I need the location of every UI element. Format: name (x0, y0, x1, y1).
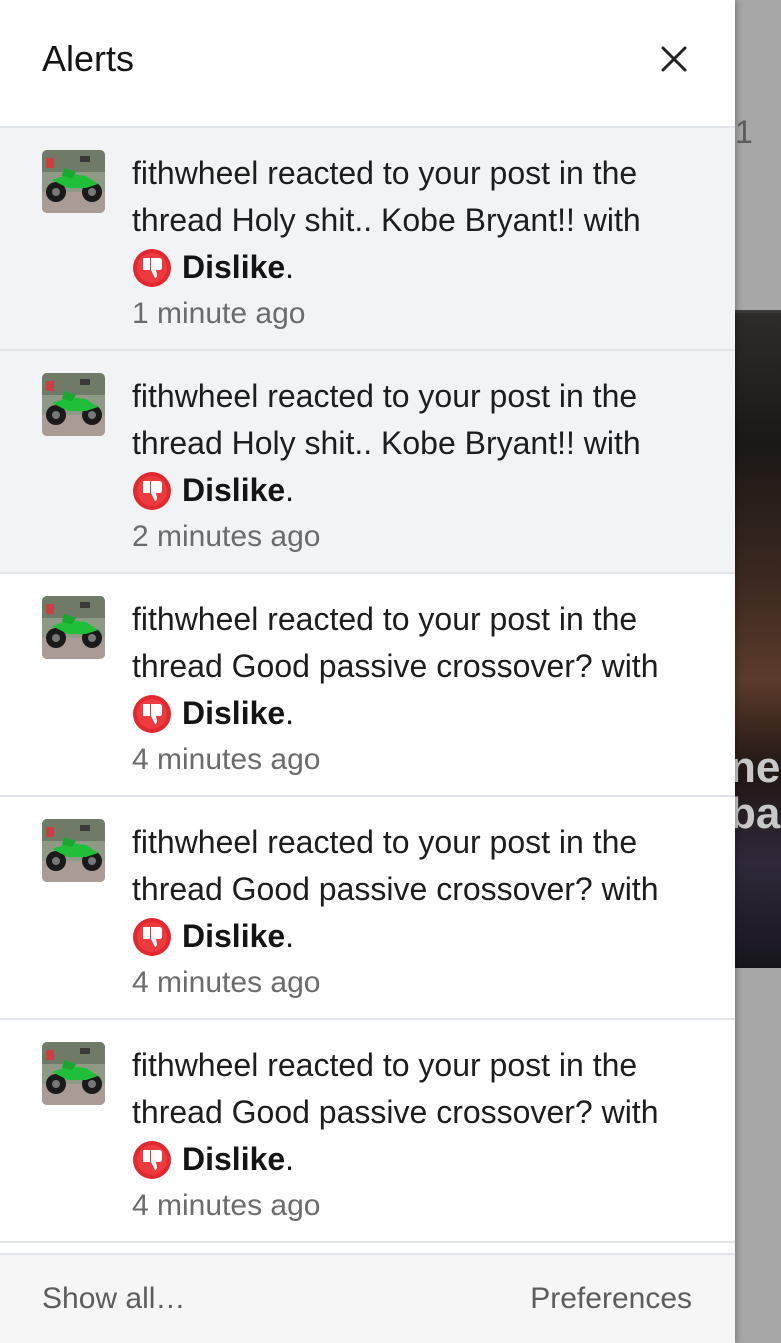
alert-time: 4 minutes ago (132, 966, 321, 999)
alert-text[interactable]: fithwheel reacted to your post in the th… (132, 150, 712, 244)
alert-item[interactable]: fithwheel reacted to your post in the th… (0, 797, 735, 1020)
background-page: 1 nes ba (735, 0, 781, 1343)
reaction-period: . (285, 695, 295, 731)
drawer-header: Alerts (0, 0, 735, 128)
reaction-period: . (285, 472, 295, 508)
reaction-period: . (285, 249, 295, 285)
dislike-icon (133, 248, 171, 287)
alert-body: fithwheel reacted to your post in the th… (132, 1042, 712, 1229)
avatar[interactable] (42, 596, 105, 659)
reaction-line: Dislike. (132, 690, 712, 737)
background-text: 1 (735, 114, 753, 150)
alert-body: fithwheel reacted to your post in the th… (132, 150, 712, 337)
drawer-footer: Show all… Preferences (0, 1253, 735, 1343)
avatar[interactable] (42, 1042, 105, 1105)
alert-text[interactable]: fithwheel reacted to your post in the th… (132, 373, 712, 467)
alert-text[interactable]: fithwheel reacted to your post in the th… (132, 596, 712, 690)
reaction-label: Dislike (182, 918, 286, 954)
dislike-icon (133, 471, 171, 510)
background-headline: nes ba (735, 743, 781, 838)
close-button[interactable] (648, 33, 700, 85)
reaction-line: Dislike. (132, 244, 712, 291)
reaction-label: Dislike (182, 249, 286, 285)
reaction-period: . (285, 1141, 295, 1177)
green-dirtbike-avatar-icon (42, 1042, 105, 1105)
preferences-link[interactable]: Preferences (530, 1279, 692, 1319)
alert-body: fithwheel reacted to your post in the th… (132, 373, 712, 560)
alert-item[interactable]: fithwheel reacted to your post in the th… (0, 574, 735, 797)
alert-body: fithwheel reacted to your post in the th… (132, 596, 712, 783)
alert-item[interactable]: fithwheel reacted to your post in the th… (0, 1020, 735, 1243)
avatar[interactable] (42, 373, 105, 436)
green-dirtbike-avatar-icon (42, 373, 105, 436)
drawer-title: Alerts (42, 38, 135, 79)
alert-text[interactable]: fithwheel reacted to your post in the th… (132, 819, 712, 913)
reaction-line: Dislike. (132, 467, 712, 514)
dislike-icon (133, 694, 171, 733)
show-all-link[interactable]: Show all… (42, 1279, 185, 1319)
alert-item[interactable]: fithwheel reacted to your post in the th… (0, 128, 735, 351)
reaction-period: . (285, 918, 295, 954)
avatar[interactable] (42, 819, 105, 882)
background-photo: nes ba (735, 313, 781, 968)
reaction-label: Dislike (182, 1141, 286, 1177)
alert-item[interactable]: fithwheel reacted to your post in the th… (0, 351, 735, 574)
green-dirtbike-avatar-icon (42, 150, 105, 213)
dislike-icon (133, 917, 171, 956)
green-dirtbike-avatar-icon (42, 819, 105, 882)
alert-time: 4 minutes ago (132, 1189, 321, 1222)
dislike-icon (133, 1140, 171, 1179)
alert-body: fithwheel reacted to your post in the th… (132, 819, 712, 1006)
avatar[interactable] (42, 150, 105, 213)
reaction-line: Dislike. (132, 913, 712, 960)
alert-time: 2 minutes ago (132, 520, 321, 553)
reaction-label: Dislike (182, 695, 286, 731)
alert-text[interactable]: fithwheel reacted to your post in the th… (132, 1042, 712, 1136)
alerts-drawer: Alerts fithwheel reacted to your post in… (0, 0, 735, 1343)
green-dirtbike-avatar-icon (42, 596, 105, 659)
close-icon (661, 46, 687, 72)
reaction-label: Dislike (182, 472, 286, 508)
alert-time: 1 minute ago (132, 297, 306, 330)
alert-time: 4 minutes ago (132, 743, 321, 776)
reaction-line: Dislike. (132, 1136, 712, 1183)
alert-list: fithwheel reacted to your post in the th… (0, 128, 735, 1253)
